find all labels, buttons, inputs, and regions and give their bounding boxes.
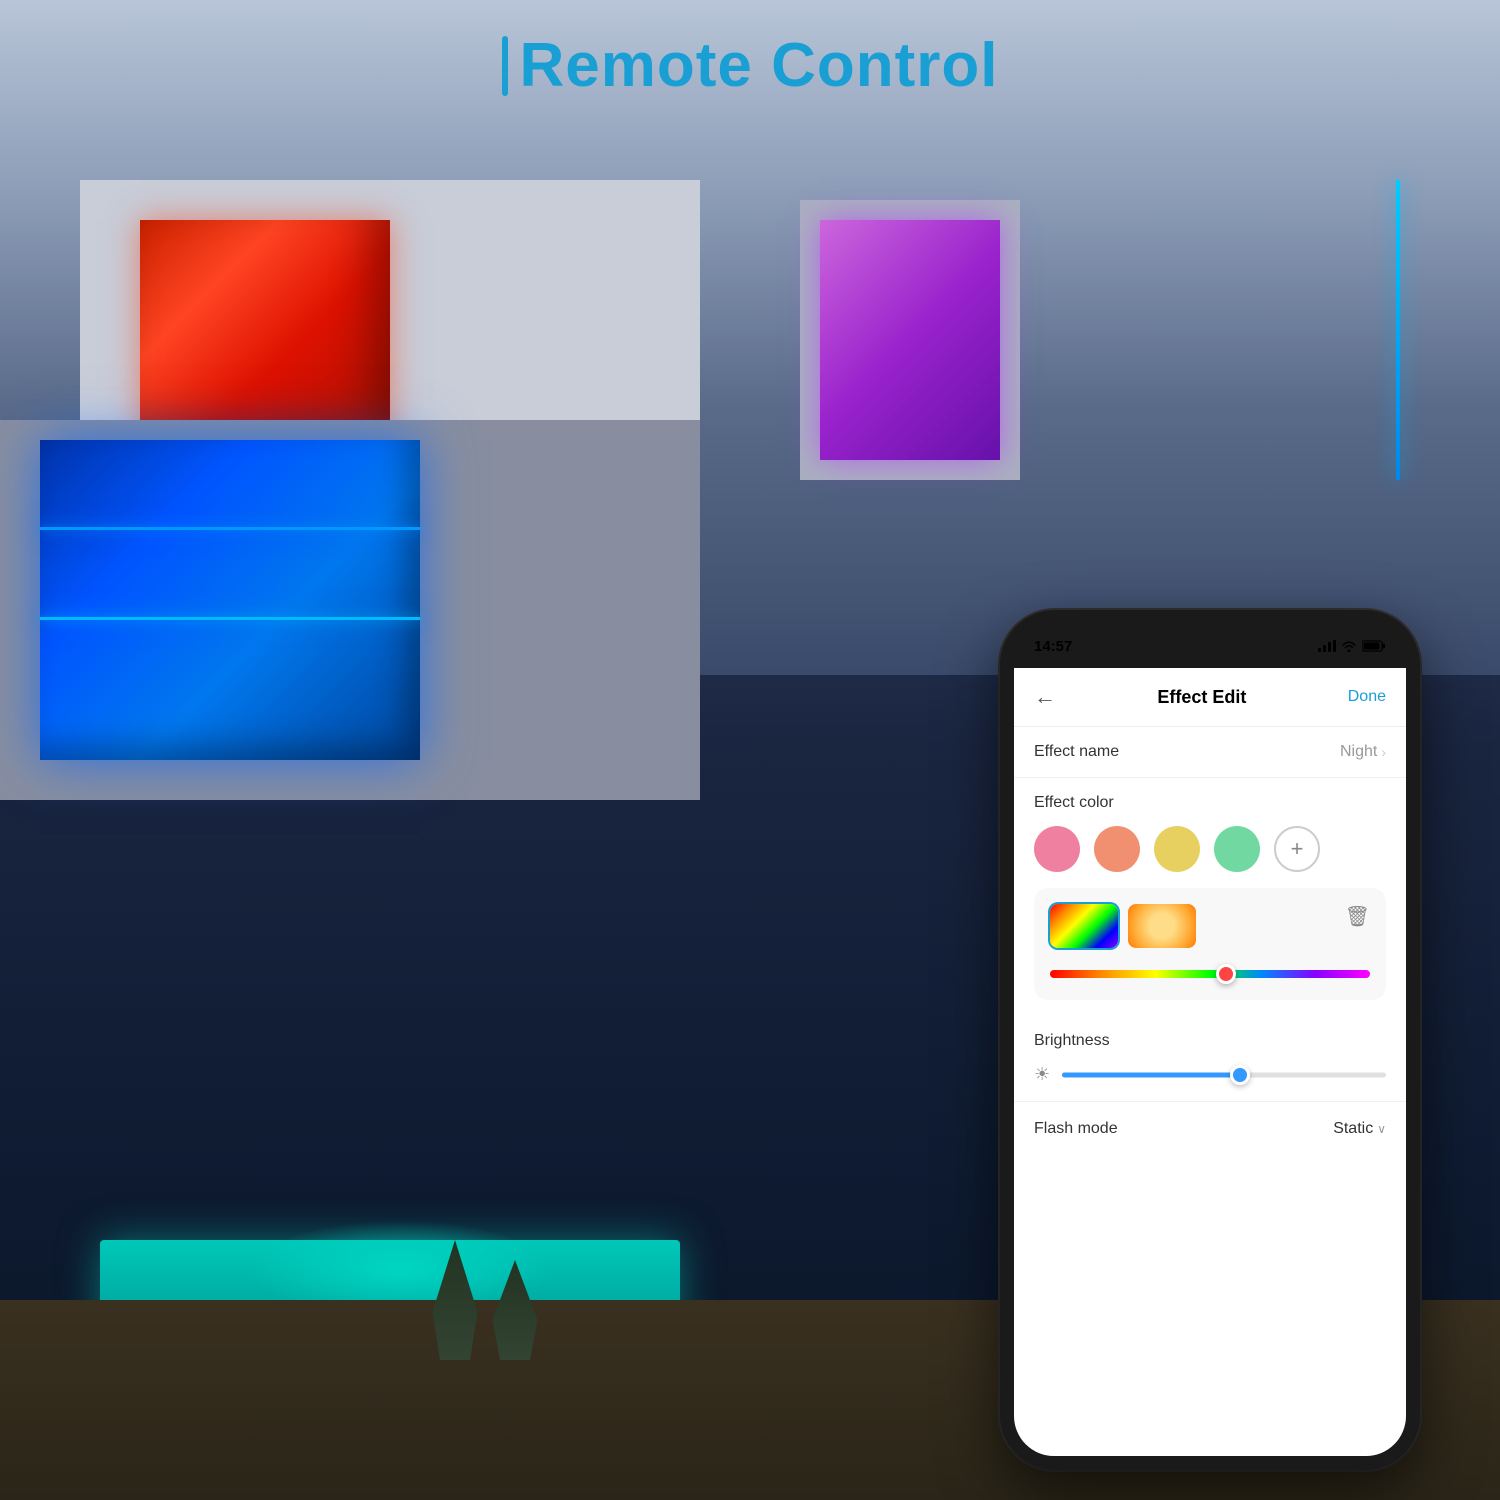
effect-name-value: Night — [1340, 743, 1377, 761]
phone-device: 14:57 — [1000, 610, 1420, 1470]
color-circle-pink[interactable] — [1034, 826, 1080, 872]
color-slider-track — [1050, 970, 1370, 978]
page-title-section: Remote Control — [0, 30, 1500, 101]
status-time: 14:57 — [1034, 638, 1072, 655]
signal-icon — [1318, 640, 1336, 652]
color-slider[interactable] — [1050, 964, 1370, 984]
delete-color-button[interactable]: 🗑 — [1345, 904, 1370, 929]
rainbow-gradient — [1050, 904, 1118, 948]
color-type-buttons — [1050, 904, 1370, 948]
led-strip-outdoor-1 — [40, 527, 420, 530]
page-title: Remote Control — [520, 30, 999, 101]
color-editor-card: 🗑 — [1034, 888, 1386, 1000]
led-strip-right — [1396, 180, 1400, 480]
brightness-fill — [1062, 1072, 1240, 1077]
flash-mode-value-group: Static ∨ — [1333, 1120, 1386, 1138]
brightness-slider[interactable] — [1062, 1065, 1386, 1085]
phone-frame: 14:57 — [1000, 610, 1420, 1470]
effect-name-row[interactable]: Effect name Night › — [1014, 727, 1406, 778]
rainbow-color-button[interactable] — [1050, 904, 1118, 948]
color-circle-mint[interactable] — [1214, 826, 1260, 872]
add-color-button[interactable]: + — [1274, 826, 1320, 872]
led-strip-outdoor-2 — [40, 617, 420, 620]
done-button[interactable]: Done — [1348, 688, 1386, 706]
brightness-label: Brightness — [1034, 1032, 1386, 1050]
brightness-slider-row: ☀ — [1034, 1064, 1386, 1085]
app-screen: ← Effect Edit Done Effect name Night › E… — [1014, 668, 1406, 1456]
warm-gradient — [1128, 904, 1196, 948]
color-circle-salmon[interactable] — [1094, 826, 1140, 872]
brightness-thumb[interactable] — [1230, 1065, 1250, 1085]
header-title: Effect Edit — [1157, 687, 1246, 708]
effect-color-section: Effect color + — [1014, 778, 1406, 1000]
status-bar: 14:57 — [1014, 624, 1406, 668]
flash-mode-dropdown-arrow: ∨ — [1377, 1122, 1386, 1136]
effect-color-label: Effect color — [1034, 794, 1386, 812]
flash-mode-row[interactable]: Flash mode Static ∨ — [1014, 1101, 1406, 1156]
house-right-wing — [800, 200, 1020, 480]
window-purple-room — [820, 220, 1000, 460]
effect-name-label: Effect name — [1034, 743, 1119, 761]
back-button[interactable]: ← — [1034, 684, 1056, 710]
wifi-icon — [1341, 640, 1357, 652]
warm-color-button[interactable] — [1128, 904, 1196, 948]
color-slider-thumb[interactable] — [1216, 964, 1236, 984]
app-header: ← Effect Edit Done — [1014, 668, 1406, 727]
title-bar-decoration — [502, 36, 508, 96]
flash-mode-value: Static — [1333, 1120, 1373, 1138]
house-lower — [0, 420, 700, 800]
battery-icon — [1362, 640, 1386, 652]
brightness-section: Brightness ☀ — [1014, 1016, 1406, 1101]
flash-mode-label: Flash mode — [1034, 1120, 1118, 1138]
effect-name-value-group: Night › — [1340, 743, 1386, 761]
color-circles-row: + — [1034, 826, 1386, 872]
window-red-room — [140, 220, 390, 440]
color-circle-yellow[interactable] — [1154, 826, 1200, 872]
window-blue-room — [40, 440, 420, 760]
status-icons — [1318, 640, 1386, 652]
effect-name-chevron: › — [1381, 744, 1386, 760]
brightness-icon: ☀ — [1034, 1064, 1050, 1085]
